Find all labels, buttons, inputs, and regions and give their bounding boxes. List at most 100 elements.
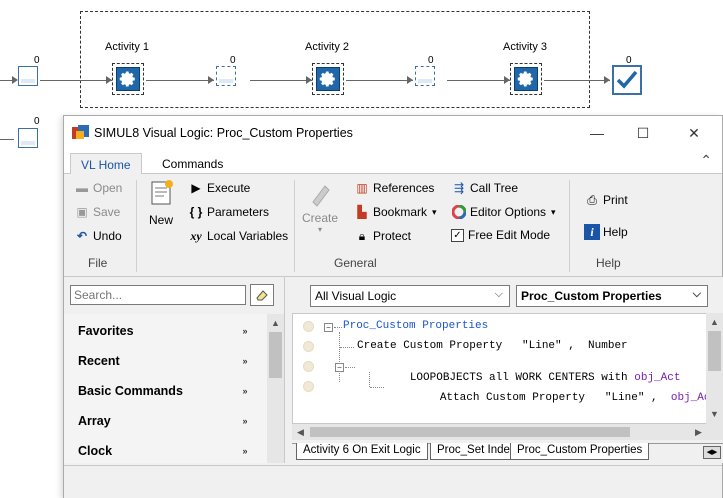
- category-array[interactable]: Array »: [78, 414, 258, 434]
- category-label: Array: [78, 414, 111, 428]
- sheet-tab-activity-6[interactable]: Activity 6 On Exit Logic: [296, 443, 428, 460]
- gear-icon: [319, 71, 335, 87]
- call-tree-button[interactable]: ⇶ Call Tree: [451, 180, 518, 196]
- ribbon-separator: [136, 180, 137, 272]
- breakpoint-marker[interactable]: [303, 341, 314, 352]
- category-basic-commands[interactable]: Basic Commands »: [78, 384, 258, 404]
- category-favorites[interactable]: Favorites »: [78, 324, 258, 344]
- tab-commands[interactable]: Commands: [152, 153, 233, 175]
- code-line-create[interactable]: Create Custom Property "Line" , Number: [357, 340, 628, 352]
- tab-vl-home[interactable]: VL Home: [70, 153, 142, 175]
- play-icon: ▶: [191, 181, 201, 195]
- save-button[interactable]: ▣ Save: [74, 204, 120, 220]
- search-input[interactable]: [70, 285, 246, 305]
- work-center-activity-2[interactable]: [312, 63, 344, 95]
- collapse-ribbon-icon[interactable]: ⌃: [700, 152, 712, 169]
- maximize-button[interactable]: ☐: [620, 116, 666, 150]
- close-button[interactable]: ✕: [671, 116, 717, 150]
- sheet-tab-proc-custom-properties[interactable]: Proc_Custom Properties: [510, 443, 650, 460]
- queue-row2-start[interactable]: [18, 128, 38, 148]
- print-button[interactable]: ⎙ Print: [584, 192, 628, 208]
- code-text: Attach Custom Property "Line" ,: [439, 392, 671, 404]
- logic-filter-select[interactable]: All Visual Logic ⌵: [310, 285, 510, 307]
- code-horizontal-scrollbar[interactable]: ◀ ▶: [292, 424, 723, 440]
- scroll-up-icon[interactable]: ▲: [706, 313, 723, 330]
- queue-start[interactable]: [18, 66, 38, 86]
- queue-between-1-2[interactable]: [216, 66, 236, 86]
- queue-between-2-3[interactable]: [415, 66, 435, 86]
- route-line: [346, 80, 413, 81]
- code-vertical-scrollbar[interactable]: ▲ ▼: [706, 313, 723, 424]
- category-label: Clock: [78, 444, 113, 458]
- new-button[interactable]: New: [144, 178, 178, 227]
- gear-icon: [119, 71, 135, 87]
- local-variables-button[interactable]: xy Local Variables: [188, 228, 288, 244]
- category-scrollbar[interactable]: ▲: [267, 314, 284, 463]
- references-label: References: [373, 181, 435, 195]
- code-line-attach[interactable]: Attach Custom Property "Line" , obj_Act: [387, 380, 717, 416]
- breakpoint-marker[interactable]: [303, 381, 314, 392]
- group-label-help: Help: [596, 256, 621, 270]
- work-center-activity-1[interactable]: [112, 63, 144, 95]
- collapse-node-icon[interactable]: −: [324, 323, 333, 332]
- clear-search-button[interactable]: [250, 284, 274, 306]
- tree-connector: [334, 327, 342, 328]
- create-button[interactable]: Create ▾: [300, 180, 340, 234]
- color-wheel-icon: [451, 204, 467, 220]
- logic-name-value: Proc_Custom Properties: [521, 289, 662, 303]
- references-button[interactable]: ▥ References: [354, 180, 434, 196]
- parameters-button[interactable]: { } Parameters: [188, 204, 269, 220]
- queue-count: 0: [34, 55, 40, 66]
- protect-button[interactable]: 🔒︎ Protect: [354, 228, 411, 244]
- category-clock[interactable]: Clock »: [78, 444, 258, 464]
- category-list: Favorites » Recent » Basic Commands » Array…: [64, 314, 267, 463]
- scroll-left-icon[interactable]: ◀: [292, 424, 309, 440]
- work-center-activity-3[interactable]: [510, 63, 542, 95]
- braces-icon: { }: [189, 205, 203, 219]
- collapse-node-icon[interactable]: −: [335, 363, 344, 372]
- help-button[interactable]: i Help: [584, 224, 628, 240]
- editor-options-button[interactable]: Editor Options ▾: [451, 204, 556, 220]
- logic-name-select[interactable]: Proc_Custom Properties ⌵: [516, 285, 708, 307]
- help-label: Help: [603, 225, 628, 239]
- call-tree-icon: ⇶: [453, 181, 465, 195]
- folder-icon: ▬: [76, 181, 88, 195]
- command-browser: Favorites » Recent » Basic Commands » Array…: [64, 277, 285, 463]
- call-tree-label: Call Tree: [470, 181, 519, 195]
- expand-chevron-icon: »: [242, 416, 248, 426]
- minimize-button[interactable]: —: [574, 116, 620, 150]
- activity-label: Activity 1: [105, 41, 150, 53]
- scroll-right-icon[interactable]: ▶: [690, 424, 707, 440]
- scroll-down-icon[interactable]: ▼: [706, 405, 723, 422]
- execute-button[interactable]: ▶ Execute: [188, 180, 250, 196]
- xy-icon: xy: [190, 228, 202, 243]
- code-editor[interactable]: − − Proc_Custom Properties Create Custom…: [292, 313, 723, 424]
- logic-filter-value: All Visual Logic: [315, 289, 397, 303]
- scroll-thumb[interactable]: [310, 427, 630, 437]
- undo-button[interactable]: ↶ Undo: [74, 228, 122, 244]
- expand-chevron-icon: »: [242, 326, 248, 336]
- checkmark-icon: [616, 70, 638, 89]
- execute-label: Execute: [207, 181, 251, 195]
- queue-count: 0: [230, 55, 236, 66]
- end-point[interactable]: [612, 65, 642, 95]
- sheet-tab-proc-set-index[interactable]: Proc_Set Index: [430, 443, 523, 460]
- free-edit-mode-checkbox[interactable]: ✓ Free Edit Mode: [451, 228, 550, 242]
- queue-count: 0: [34, 116, 40, 127]
- breakpoint-marker[interactable]: [303, 361, 314, 372]
- open-button[interactable]: ▬ Open: [74, 180, 122, 196]
- route-line: [544, 80, 610, 81]
- breakpoint-marker[interactable]: [303, 321, 314, 332]
- checkbox-checked-icon: ✓: [451, 228, 464, 242]
- scroll-thumb[interactable]: [269, 332, 282, 378]
- sheet-nav-button[interactable]: ◀▶: [703, 446, 721, 459]
- category-recent[interactable]: Recent »: [78, 354, 258, 374]
- process-canvas[interactable]: 0 0 0 Activity 1 Activity 2 Activity 3 0…: [0, 0, 723, 140]
- expand-chevron-icon: »: [242, 356, 248, 366]
- scroll-up-icon[interactable]: ▲: [267, 314, 284, 331]
- save-icon: ▣: [76, 205, 88, 219]
- scroll-thumb[interactable]: [708, 331, 721, 371]
- bookmark-button[interactable]: ▙ Bookmark ▾: [354, 204, 436, 220]
- code-line-header[interactable]: Proc_Custom Properties: [343, 320, 488, 332]
- save-label: Save: [93, 205, 121, 219]
